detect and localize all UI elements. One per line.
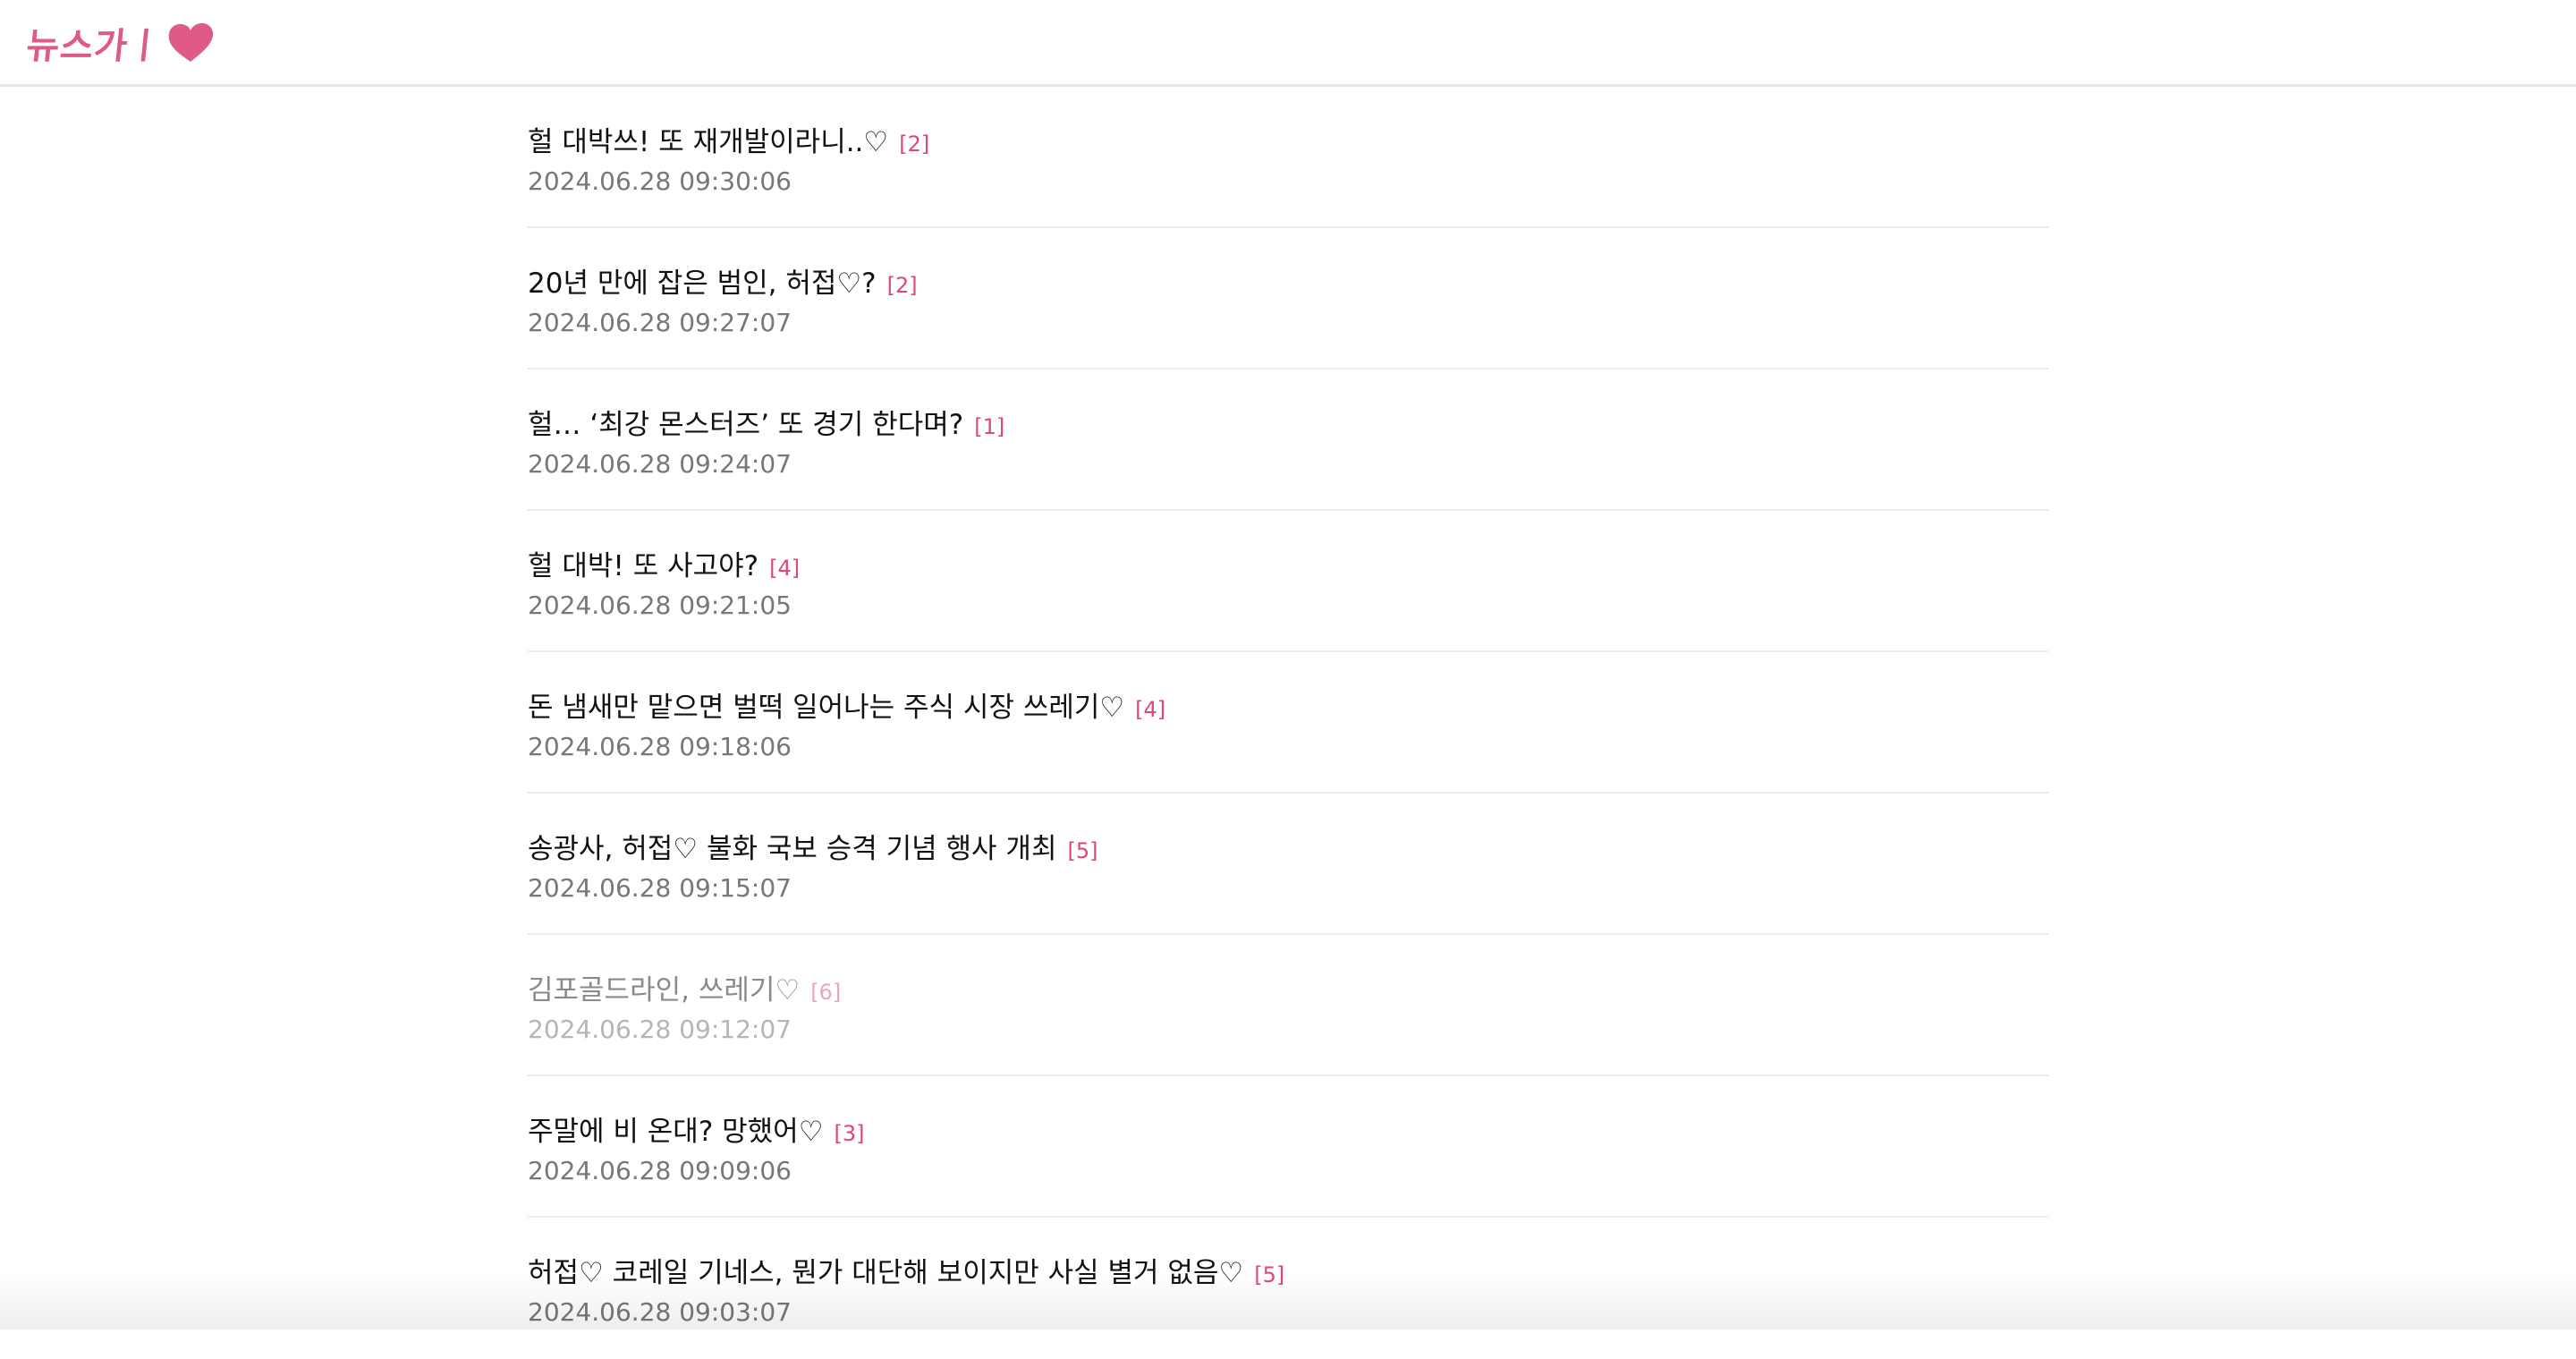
comment-count: [3] [835,1121,865,1146]
article-title[interactable]: 20년 만에 잡은 범인, 허접♡? [528,266,877,302]
article-title-row: 주말에 비 온대? 망했어♡ [3] [528,1114,2048,1150]
top-header: 뉴스가ㅣ [0,0,2576,87]
article-date: 2024.06.28 09:21:05 [528,590,2048,622]
article-item[interactable]: 돈 냄새만 맡으면 벌떡 일어나는 주식 시장 쓰레기♡ [4] 2024.06… [528,652,2048,794]
article-date: 2024.06.28 09:24:07 [528,448,2048,480]
heart-icon [165,21,216,65]
article-date: 2024.06.28 09:30:06 [528,166,2048,198]
logo-text: 뉴스가ㅣ [24,17,165,69]
article-date: 2024.06.28 09:15:07 [528,872,2048,905]
article-item[interactable]: 송광사, 허접♡ 불화 국보 승격 기념 행사 개최 [5] 2024.06.2… [528,794,2048,935]
article-title-row: 돈 냄새만 맡으면 벌떡 일어나는 주식 시장 쓰레기♡ [4] [528,690,2048,726]
comment-count: [4] [769,556,800,581]
article-title-row: 20년 만에 잡은 범인, 허접♡? [2] [528,266,2048,302]
article-date: 2024.06.28 09:03:07 [528,1296,2048,1329]
article-title-row: 송광사, 허접♡ 불화 국보 승격 기념 행사 개최 [5] [528,831,2048,867]
comment-count: [6] [810,980,841,1005]
article-title[interactable]: 허접♡ 코레일 기네스, 뭔가 대단해 보이지만 사실 별거 없음♡ [528,1255,1243,1291]
article-item[interactable]: 헐… ‘최강 몬스터즈’ 또 경기 한다며? [1] 2024.06.28 09… [528,369,2048,511]
article-item[interactable]: 허접♡ 코레일 기네스, 뭔가 대단해 보이지만 사실 별거 없음♡ [5] 2… [528,1218,2048,1359]
comment-count: [2] [887,273,918,298]
article-item[interactable]: 20년 만에 잡은 범인, 허접♡? [2] 2024.06.28 09:27:… [528,228,2048,369]
comment-count: [2] [899,132,929,157]
article-title-row: 헐 대박쓰! 또 재개발이라니..♡ [2] [528,124,2048,160]
article-date: 2024.06.28 09:27:07 [528,307,2048,339]
comment-count: [5] [1254,1262,1284,1287]
article-list: 헐 대박쓰! 또 재개발이라니..♡ [2] 2024.06.28 09:30:… [528,87,2048,1359]
article-title-row: 김포골드라인, 쓰레기♡ [6] [528,973,2048,1008]
site-logo[interactable]: 뉴스가ㅣ [27,16,216,70]
article-title[interactable]: 돈 냄새만 맡으면 벌떡 일어나는 주식 시장 쓰레기♡ [528,690,1124,726]
article-date: 2024.06.28 09:09:06 [528,1155,2048,1187]
article-title[interactable]: 주말에 비 온대? 망했어♡ [528,1114,824,1150]
comment-count: [5] [1067,838,1097,863]
article-date: 2024.06.28 09:18:06 [528,731,2048,763]
article-item[interactable]: 헐 대박쓰! 또 재개발이라니..♡ [2] 2024.06.28 09:30:… [528,87,2048,228]
comment-count: [4] [1135,697,1165,722]
article-title[interactable]: 헐 대박! 또 사고야? [528,548,758,584]
article-title[interactable]: 송광사, 허접♡ 불화 국보 승격 기념 행사 개최 [528,831,1056,867]
article-item[interactable]: 헐 대박! 또 사고야? [4] 2024.06.28 09:21:05 [528,511,2048,652]
article-title[interactable]: 헐… ‘최강 몬스터즈’ 또 경기 한다며? [528,407,963,443]
article-title-row: 헐… ‘최강 몬스터즈’ 또 경기 한다며? [1] [528,407,2048,443]
article-title[interactable]: 김포골드라인, 쓰레기♡ [528,973,800,1008]
article-title-row: 허접♡ 코레일 기네스, 뭔가 대단해 보이지만 사실 별거 없음♡ [5] [528,1255,2048,1291]
article-item[interactable]: 주말에 비 온대? 망했어♡ [3] 2024.06.28 09:09:06 [528,1076,2048,1218]
article-date: 2024.06.28 09:12:07 [528,1014,2048,1046]
article-title-row: 헐 대박! 또 사고야? [4] [528,548,2048,584]
article-item[interactable]: 김포골드라인, 쓰레기♡ [6] 2024.06.28 09:12:07 [528,935,2048,1076]
comment-count: [1] [974,414,1004,439]
article-title[interactable]: 헐 대박쓰! 또 재개발이라니..♡ [528,124,888,160]
